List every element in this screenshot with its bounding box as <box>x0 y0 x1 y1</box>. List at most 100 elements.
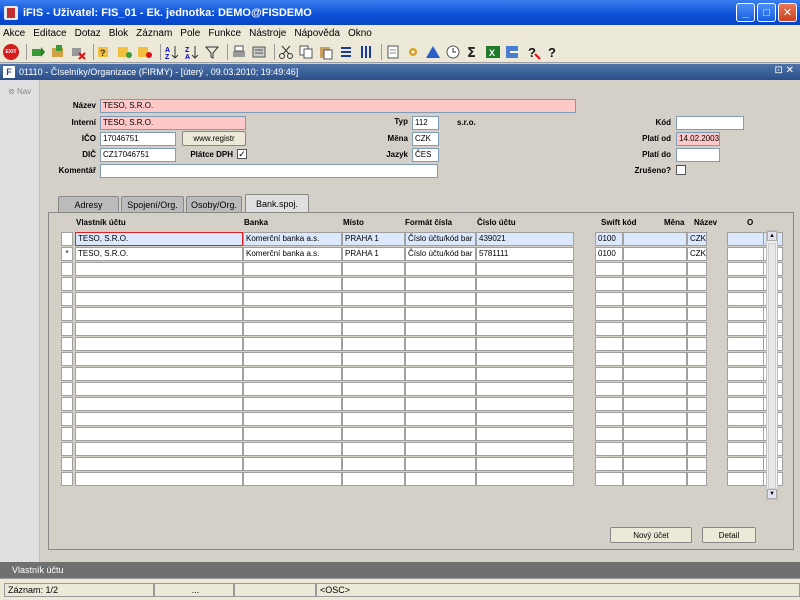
banka-cell[interactable] <box>243 382 342 396</box>
vlastnik-cell[interactable] <box>75 442 243 456</box>
misto-cell[interactable] <box>342 472 405 486</box>
www-registr-button[interactable]: www.registr <box>182 131 246 146</box>
query-icon[interactable]: ? <box>97 44 113 60</box>
print-icon[interactable] <box>231 44 247 60</box>
misto-cell[interactable] <box>342 337 405 351</box>
format-cell[interactable] <box>405 322 476 336</box>
vlastnik-cell[interactable] <box>75 352 243 366</box>
tab-osoby[interactable]: Osoby/Org. <box>186 196 242 212</box>
misto-cell[interactable] <box>342 442 405 456</box>
row-selector[interactable] <box>61 337 73 351</box>
vlastnik-cell[interactable] <box>75 337 243 351</box>
vlastnik-cell[interactable] <box>75 262 243 276</box>
vlastnik-cell[interactable] <box>75 292 243 306</box>
komentar-field[interactable] <box>100 164 438 178</box>
banka-cell[interactable] <box>243 427 342 441</box>
delete-record-icon[interactable] <box>70 44 86 60</box>
kod-banky-cell[interactable] <box>595 307 623 321</box>
kod-field[interactable] <box>676 116 744 130</box>
mena-cell[interactable] <box>687 457 707 471</box>
cislo-uctu-cell[interactable] <box>476 382 574 396</box>
mena-field[interactable]: CZK <box>412 132 439 146</box>
format-cell[interactable] <box>405 367 476 381</box>
row-selector[interactable] <box>61 262 73 276</box>
format-cell[interactable] <box>405 337 476 351</box>
cut-icon[interactable] <box>278 44 294 60</box>
format-cell[interactable] <box>405 397 476 411</box>
mena-cell[interactable] <box>687 292 707 306</box>
row-selector[interactable] <box>61 322 73 336</box>
swift-cell[interactable] <box>623 277 687 291</box>
cislo-uctu-cell[interactable] <box>476 262 574 276</box>
scroll-up-icon[interactable]: ▲ <box>767 231 777 241</box>
vlastnik-cell[interactable] <box>75 382 243 396</box>
swift-cell[interactable] <box>623 397 687 411</box>
plati-od-field[interactable]: 14.02.2003 <box>676 132 720 146</box>
clock-icon[interactable] <box>445 44 461 60</box>
format-cell[interactable] <box>405 292 476 306</box>
query-cancel-icon[interactable] <box>137 44 153 60</box>
cislo-uctu-cell[interactable] <box>476 472 574 486</box>
swift-cell[interactable] <box>623 382 687 396</box>
mena-cell[interactable] <box>687 367 707 381</box>
kod-banky-cell[interactable] <box>595 397 623 411</box>
vlastnik-cell[interactable] <box>75 367 243 381</box>
banka-cell[interactable] <box>243 337 342 351</box>
misto-cell[interactable] <box>342 307 405 321</box>
sum-icon[interactable]: Σ <box>465 44 481 60</box>
banka-cell[interactable]: Komerční banka a.s. <box>243 247 342 261</box>
row-selector[interactable] <box>61 292 73 306</box>
menu-napoveda[interactable]: Nápověda <box>294 28 340 39</box>
swift-cell[interactable] <box>623 367 687 381</box>
vlastnik-cell[interactable] <box>75 427 243 441</box>
columns-icon[interactable] <box>358 44 374 60</box>
table-row[interactable] <box>61 337 783 352</box>
form-window-controls[interactable]: ⊡ ✕ <box>774 65 794 76</box>
vlastnik-cell[interactable] <box>75 277 243 291</box>
row-selector[interactable] <box>61 397 73 411</box>
swift-cell[interactable] <box>623 247 687 261</box>
attachment-icon[interactable] <box>385 44 401 60</box>
vlastnik-cell[interactable] <box>75 457 243 471</box>
table-row[interactable] <box>61 472 783 487</box>
context-help-icon[interactable]: ? <box>545 44 561 60</box>
cislo-uctu-cell[interactable]: 439021 <box>476 232 574 246</box>
tab-bank-spoj[interactable]: Bank.spoj. <box>245 194 309 213</box>
misto-cell[interactable]: PRAHA 1 <box>342 232 405 246</box>
cislo-uctu-cell[interactable] <box>476 442 574 456</box>
banka-cell[interactable] <box>243 262 342 276</box>
scroll-down-icon[interactable]: ▼ <box>767 489 777 499</box>
table-row[interactable] <box>61 292 783 307</box>
grid-scrollbar[interactable]: ▲ ▼ <box>766 230 778 500</box>
kod-banky-cell[interactable] <box>595 292 623 306</box>
banka-cell[interactable] <box>243 367 342 381</box>
misto-cell[interactable] <box>342 292 405 306</box>
banka-cell[interactable] <box>243 412 342 426</box>
menu-nastroje[interactable]: Nástroje <box>249 28 286 39</box>
copy-icon[interactable] <box>298 44 314 60</box>
query-execute-icon[interactable] <box>117 44 133 60</box>
swift-cell[interactable] <box>623 427 687 441</box>
banka-cell[interactable] <box>243 457 342 471</box>
table-row[interactable] <box>61 277 783 292</box>
table-row[interactable] <box>61 427 783 442</box>
swift-cell[interactable] <box>623 262 687 276</box>
swift-cell[interactable] <box>623 442 687 456</box>
filter-icon[interactable] <box>204 44 220 60</box>
vlastnik-cell[interactable]: TESO, S.R.O. <box>75 232 243 246</box>
kod-banky-cell[interactable] <box>595 337 623 351</box>
row-selector[interactable] <box>61 382 73 396</box>
row-selector[interactable] <box>61 442 73 456</box>
mena-cell[interactable] <box>687 382 707 396</box>
minimize-button[interactable]: _ <box>736 3 755 22</box>
kod-banky-cell[interactable] <box>595 262 623 276</box>
kod-banky-cell[interactable] <box>595 412 623 426</box>
sort-ascending-icon[interactable]: AZ <box>164 44 180 60</box>
cislo-uctu-cell[interactable] <box>476 277 574 291</box>
mena-cell[interactable] <box>687 352 707 366</box>
cislo-uctu-cell[interactable] <box>476 307 574 321</box>
banka-cell[interactable] <box>243 292 342 306</box>
nav-toggle[interactable]: ⊚ Nav <box>0 80 39 96</box>
mena-cell[interactable] <box>687 337 707 351</box>
format-cell[interactable] <box>405 352 476 366</box>
